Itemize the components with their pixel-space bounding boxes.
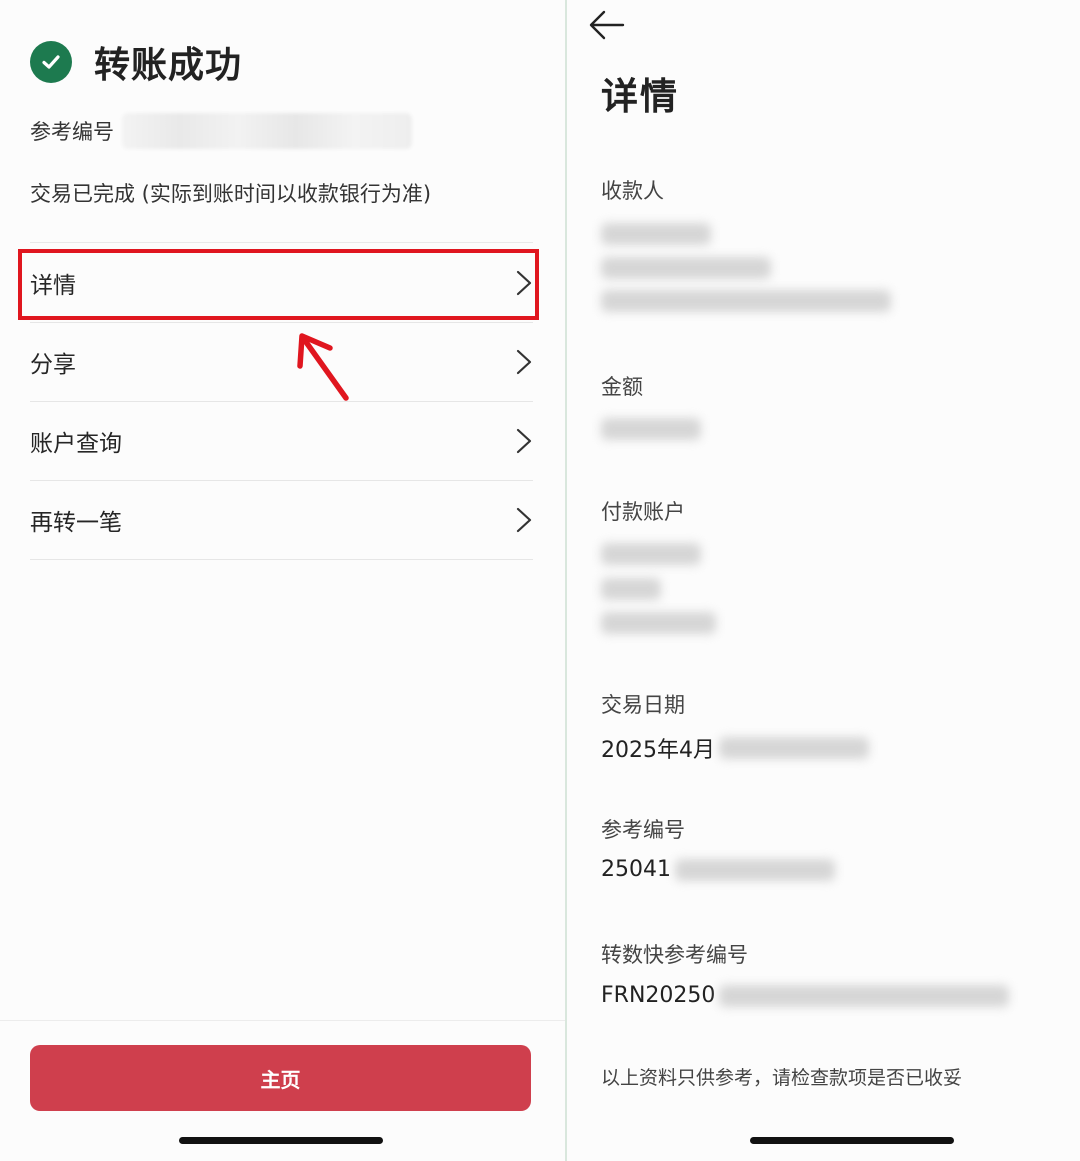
date-value-text: 2025年4月 [601, 738, 715, 763]
chevron-right-icon [516, 507, 532, 533]
amount-label: 金额 [601, 375, 643, 399]
menu-item-label: 再转一笔 [30, 510, 122, 536]
transaction-status: 交易已完成 (实际到账时间以收款银行为准) [30, 182, 432, 206]
date-label: 交易日期 [601, 693, 685, 717]
pay-account-number-redacted [601, 612, 716, 634]
divider [0, 1020, 565, 1021]
fps-reference-value-text: FRN20250 [601, 983, 716, 1008]
pay-account-name-redacted [601, 543, 701, 565]
divider [30, 242, 533, 243]
chevron-right-icon [516, 349, 532, 375]
success-title: 转账成功 [94, 45, 243, 86]
date-value: 2025年4月 [601, 732, 869, 764]
transfer-success-screen: 转账成功 参考编号 交易已完成 (实际到账时间以收款银行为准) 详情 分享 账户… [0, 0, 565, 1161]
home-indicator[interactable] [179, 1137, 383, 1144]
reference-value-text: 25041 [601, 857, 671, 882]
menu-item-label: 账户查询 [30, 431, 122, 457]
disclaimer-note: 以上资料只供参考，请检查款项是否已收妥 [601, 1067, 963, 1089]
highlight-box [18, 249, 539, 320]
reference-value: 25041 [601, 857, 835, 882]
reference-label: 参考编号 [30, 120, 114, 144]
fps-reference-label: 转数快参考编号 [601, 943, 748, 967]
back-arrow-icon[interactable] [587, 8, 627, 42]
red-arrow-icon [297, 333, 349, 401]
check-circle-icon [30, 41, 72, 83]
reference-row: 参考编号 [30, 112, 412, 150]
reference-number-redacted [122, 113, 412, 149]
pay-account-type-redacted [601, 578, 661, 600]
payee-bank-redacted [601, 290, 891, 312]
menu-item-label: 分享 [30, 352, 76, 378]
reference-label: 参考编号 [601, 818, 685, 842]
amount-value-redacted [601, 418, 701, 440]
page-title: 详情 [601, 75, 679, 118]
fps-reference-value: FRN20250 [601, 983, 1010, 1008]
chevron-right-icon [516, 428, 532, 454]
success-header: 转账成功 [30, 38, 242, 86]
menu-item-account-inquiry[interactable]: 账户查询 [30, 402, 533, 481]
home-indicator[interactable] [750, 1137, 954, 1144]
payee-account-redacted [601, 257, 771, 279]
pay-account-label: 付款账户 [601, 500, 685, 524]
payee-label: 收款人 [601, 179, 664, 203]
menu-item-transfer-again[interactable]: 再转一笔 [30, 481, 533, 560]
home-button[interactable]: 主页 [30, 1045, 531, 1111]
payee-name-redacted [601, 223, 711, 245]
menu-item-share[interactable]: 分享 [30, 323, 533, 402]
details-screen: 详情 收款人 金额 付款账户 交易日期 2025年4月 参考编号 25041 转… [567, 0, 1080, 1161]
